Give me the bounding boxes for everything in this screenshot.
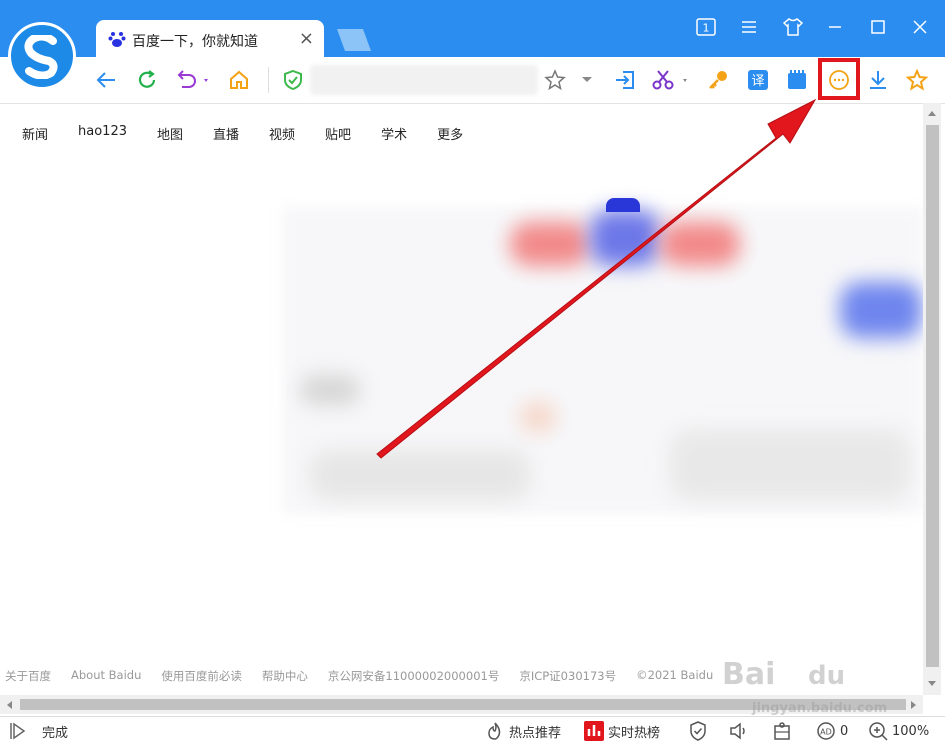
nav-link-map[interactable]: 地图 [157, 124, 183, 143]
horizontal-scroll-thumb[interactable] [20, 699, 906, 710]
nav-link-live[interactable]: 直播 [213, 124, 239, 143]
translate-icon[interactable]: 译 [744, 66, 772, 94]
footer-link[interactable]: 帮助中心 [262, 668, 308, 684]
extension-button[interactable] [772, 721, 792, 741]
blurred-logo-part [660, 222, 740, 266]
favorite-icon[interactable] [903, 66, 931, 94]
tab-title: 百度一下，你就知道 [132, 34, 258, 50]
footer-link[interactable]: About Baidu [71, 668, 141, 684]
realtime-hot-label: 实时热榜 [608, 725, 661, 741]
shield-icon[interactable] [279, 66, 307, 94]
blurred-content [300, 375, 360, 405]
footer: 关于百度 About Baidu 使用百度前必读 帮助中心 京公网安备11000… [5, 668, 733, 684]
vertical-scrollbar[interactable] [923, 103, 941, 695]
nav-link-news[interactable]: 新闻 [22, 124, 48, 143]
blurred-logo-part [510, 222, 590, 266]
hot-recommend-button[interactable]: 热点推荐 [485, 721, 561, 741]
new-tab-button[interactable] [335, 29, 373, 51]
download-icon[interactable] [864, 66, 892, 94]
svg-text:AD: AD [820, 728, 832, 737]
nav-link-hao123[interactable]: hao123 [78, 124, 127, 143]
minimize-button[interactable] [818, 12, 852, 42]
more-icon[interactable] [825, 66, 853, 94]
tab-baidu[interactable]: 百度一下，你就知道 × [96, 20, 324, 57]
sogou-logo [8, 22, 76, 90]
security-button[interactable] [688, 721, 708, 741]
footer-link[interactable]: 关于百度 [5, 668, 51, 684]
blurred-search-button[interactable] [840, 282, 922, 338]
svg-text:译: 译 [751, 74, 764, 89]
baidu-nav: 新闻 hao123 地图 直播 视频 贴吧 学术 更多 [22, 124, 493, 143]
maximize-button[interactable] [861, 12, 895, 42]
address-dropdown-icon[interactable] [573, 66, 601, 94]
tab-count-badge: 1 [703, 22, 710, 35]
tab-count-button[interactable]: 1 [689, 12, 723, 42]
nav-link-video[interactable]: 视频 [269, 124, 295, 143]
close-window-button[interactable] [903, 12, 937, 42]
home-icon[interactable] [225, 66, 253, 94]
footer-link[interactable]: 京公网安备11000002000001号 [328, 668, 499, 684]
zoom-level: 100% [892, 723, 930, 739]
horizontal-scrollbar[interactable] [0, 695, 923, 714]
sound-button[interactable] [729, 721, 751, 741]
hot-recommend-label: 热点推荐 [509, 725, 562, 741]
star-icon[interactable] [541, 66, 569, 94]
adblock-icon: AD [817, 722, 835, 740]
zoom-button[interactable]: 100% [868, 721, 929, 741]
zoom-icon [869, 722, 888, 741]
nav-link-more[interactable]: 更多 [437, 124, 463, 143]
blurred-content [670, 430, 910, 500]
screenshot-icon[interactable] [783, 66, 811, 94]
back-icon[interactable] [92, 66, 120, 94]
skin-icon[interactable] [776, 12, 810, 42]
footer-link: ©2021 Baidu [636, 668, 714, 682]
undo-icon[interactable] [173, 66, 213, 94]
speaker-icon [730, 722, 745, 740]
ad-block-count: 0 [840, 723, 849, 739]
vertical-scroll-thumb[interactable] [926, 125, 939, 667]
menu-icon[interactable] [732, 12, 766, 42]
sidebar-toggle[interactable]: 完成 [8, 721, 68, 741]
ad-block-button[interactable]: AD 0 [816, 721, 848, 741]
blurred-content [310, 450, 530, 500]
toolbar-separator [268, 67, 269, 93]
realtime-hot-button[interactable]: 实时热榜 [584, 721, 660, 741]
flame-icon [488, 722, 501, 740]
blurred-logo-part [590, 210, 660, 266]
login-icon[interactable] [611, 66, 639, 94]
refresh-icon[interactable] [133, 66, 161, 94]
scissors-icon[interactable] [651, 66, 693, 94]
status-bar: 完成 热点推荐 实时热榜 AD 0 100% [0, 716, 945, 746]
address-bar-input[interactable] [310, 65, 538, 95]
puzzle-icon [774, 722, 790, 740]
status-text: 完成 [42, 725, 69, 741]
title-bar: 百度一下，你就知道 × 1 [0, 0, 945, 57]
sidebar-toggle-icon [10, 722, 26, 740]
nav-link-xueshu[interactable]: 学术 [381, 124, 407, 143]
toolbar: 译 [0, 57, 945, 104]
blurred-content [520, 402, 556, 432]
footer-link[interactable]: 使用百度前必读 [161, 668, 242, 684]
tab-close-icon[interactable]: × [299, 28, 314, 49]
chart-bar-icon [584, 721, 604, 741]
baidu-favicon-icon [108, 30, 126, 52]
key-icon[interactable] [704, 66, 732, 94]
shield-check-icon [690, 721, 706, 741]
nav-link-tieba[interactable]: 贴吧 [325, 124, 351, 143]
baidu-paw-icon [606, 198, 640, 212]
footer-link[interactable]: 京ICP证030173号 [519, 668, 616, 684]
svg-text:du: du [808, 661, 845, 691]
